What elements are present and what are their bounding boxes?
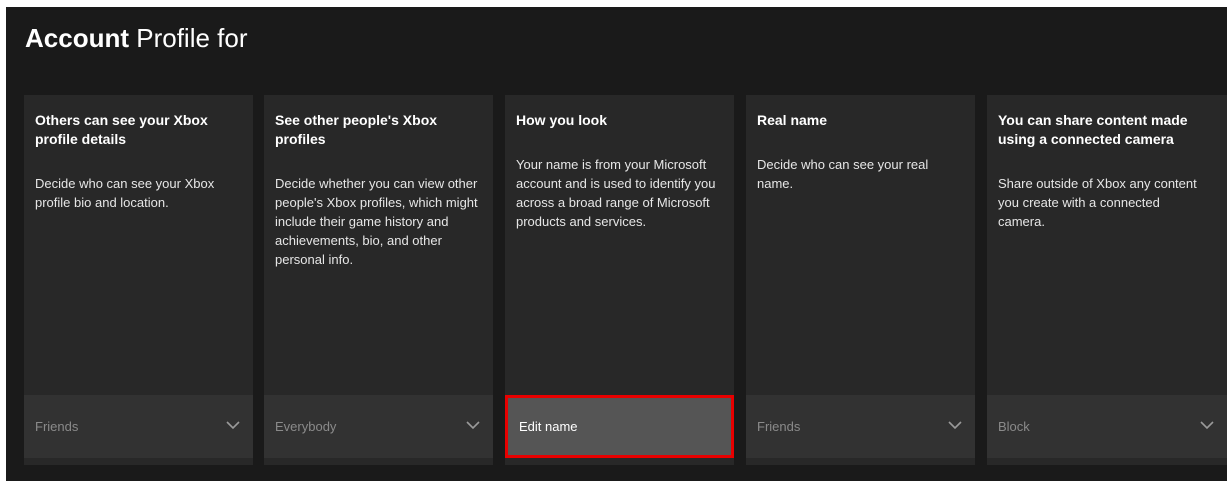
panel-description: Your name is from your Microsoft account… — [516, 157, 716, 229]
dropdown-value: Everybody — [275, 419, 337, 434]
panel-title: See other people's Xbox profiles — [275, 112, 438, 147]
chevron-down-icon — [226, 421, 240, 430]
chevron-down-icon — [948, 421, 962, 430]
panel-how-you-look: How you look Your name is from your Micr… — [505, 95, 734, 465]
panel-description: Share outside of Xbox any content you cr… — [998, 176, 1197, 229]
panel-title: Others can see your Xbox profile details — [35, 112, 208, 147]
xbox-settings-screen: Account Profile for Others can see your … — [6, 7, 1227, 481]
page-title: Account Profile for — [25, 22, 248, 54]
panel-title: How you look — [516, 112, 607, 128]
edit-name-button[interactable]: Edit name — [505, 395, 734, 458]
dropdown-value: Block — [998, 419, 1030, 434]
page-title-rest: Profile for — [136, 23, 248, 53]
camera-content-dropdown[interactable]: Block — [987, 395, 1227, 458]
panel-see-other-profiles: See other people's Xbox profiles Decide … — [264, 95, 493, 465]
profile-details-dropdown[interactable]: Friends — [24, 395, 253, 458]
edit-name-label: Edit name — [519, 419, 578, 434]
panel-description: Decide who can see your real name. — [757, 157, 929, 191]
panel-description: Decide whether you can view other people… — [275, 176, 478, 267]
dropdown-value: Friends — [757, 419, 801, 434]
panel-title: Real name — [757, 112, 828, 128]
dropdown-value: Friends — [35, 419, 79, 434]
panel-title: You can share content made using a conne… — [998, 112, 1188, 147]
panel-description: Decide who can see your Xbox profile bio… — [35, 176, 215, 210]
chevron-down-icon — [1200, 421, 1214, 430]
page-title-bold: Account — [25, 23, 129, 53]
chevron-down-icon — [466, 421, 480, 430]
panel-profile-details: Others can see your Xbox profile details… — [24, 95, 253, 465]
panel-camera-content: You can share content made using a conne… — [987, 95, 1227, 465]
see-other-profiles-dropdown[interactable]: Everybody — [264, 395, 493, 458]
panel-real-name: Real name Decide who can see your real n… — [746, 95, 975, 465]
real-name-dropdown[interactable]: Friends — [746, 395, 975, 458]
privacy-panels: Others can see your Xbox profile details… — [24, 95, 1227, 465]
